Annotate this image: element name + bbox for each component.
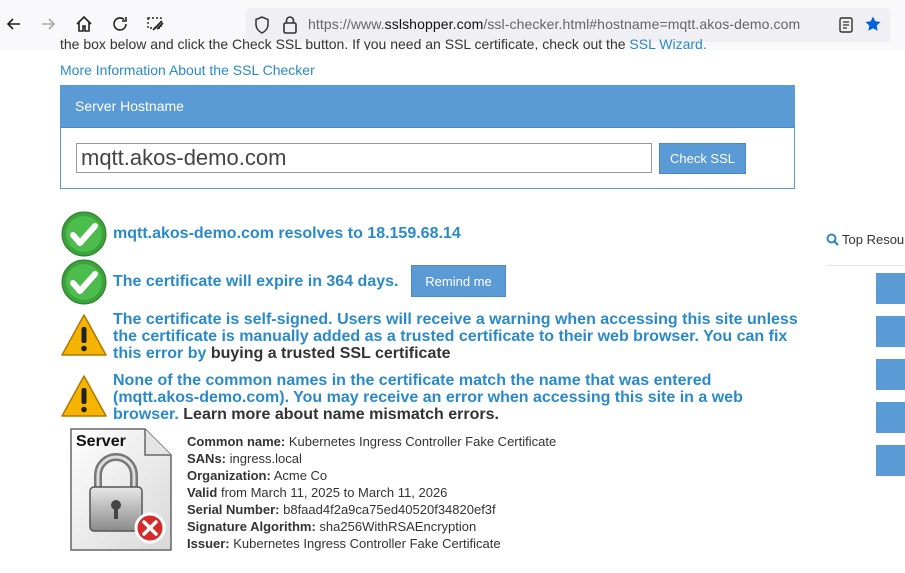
checker-panel: Server Hostname Check SSL [60,85,795,189]
remind-me-button[interactable]: Remind me [411,265,506,297]
expiry-result: The certificate will expire in 364 days. [60,258,398,306]
certificate-details: Common name: Kubernetes Ingress Controll… [187,433,556,552]
lock-icon[interactable] [282,15,298,40]
check-icon [61,211,107,257]
sidebar-button[interactable] [876,359,905,390]
forward-icon[interactable] [36,12,60,36]
sidebar-button[interactable] [876,273,905,304]
screenshot-icon[interactable] [144,12,168,36]
home-icon[interactable] [72,12,96,36]
common-name-row: Common name: Kubernetes Ingress Controll… [187,434,557,449]
address-bar[interactable]: https://www.sslshopper.com/ssl-checker.h… [246,8,890,42]
issuer-row: Issuer: Kubernetes Ingress Controller Fa… [187,536,501,551]
certificate-icon-label: Server [76,433,126,450]
reload-icon[interactable] [108,12,132,36]
bookmark-star-icon[interactable] [864,15,882,38]
check-ssl-button[interactable]: Check SSL [659,143,746,174]
sidebar-title: Top Resou [826,232,904,247]
resolve-text: mqtt.akos-demo.com resolves to 18.159.68… [113,225,461,242]
ssl-wizard-link[interactable]: SSL Wizard. [629,38,706,50]
reader-view-icon[interactable] [838,16,854,39]
more-info-link[interactable]: More Information About the SSL Checker [60,62,315,78]
sidebar-button[interactable] [876,316,905,347]
warning-icon [61,375,107,417]
mismatch-result: None of the common names in the certific… [60,372,800,423]
url-text[interactable]: https://www.sslshopper.com/ssl-checker.h… [308,16,800,32]
hostname-input[interactable] [76,143,652,173]
sidebar-button[interactable] [876,445,905,476]
name-mismatch-link[interactable]: Learn more about name mismatch errors. [183,406,499,423]
mismatch-text: None of the common names in the certific… [113,372,743,423]
shield-icon[interactable] [254,16,270,39]
sans-row: SANs: ingress.local [187,451,302,466]
sidebar-button[interactable] [876,402,905,433]
panel-title: Server Hostname [61,86,794,128]
serial-row: Serial Number: b8faad4f2a9ca75ed40520f34… [187,502,496,517]
self-signed-result: The certificate is self-signed. Users wi… [60,311,800,362]
valid-row: Valid from March 11, 2025 to March 11, 2… [187,485,448,500]
intro-text: the box below and click the Check SSL bu… [60,38,707,50]
self-signed-text: The certificate is self-signed. Users wi… [113,311,798,362]
sidebar-divider [826,265,905,266]
back-icon[interactable] [2,12,26,36]
warning-icon [61,314,107,356]
server-certificate-icon: Server [70,428,172,551]
check-icon [61,259,107,305]
expiry-text: The certificate will expire in 364 days. [113,273,399,290]
organization-row: Organization: Acme Co [187,468,328,483]
buy-certificate-link[interactable]: buying a trusted SSL certificate [211,345,451,362]
search-icon [826,233,839,246]
resolve-result: mqtt.akos-demo.com resolves to 18.159.68… [60,210,461,258]
signature-row: Signature Algorithm: sha256WithRSAEncryp… [187,519,477,534]
